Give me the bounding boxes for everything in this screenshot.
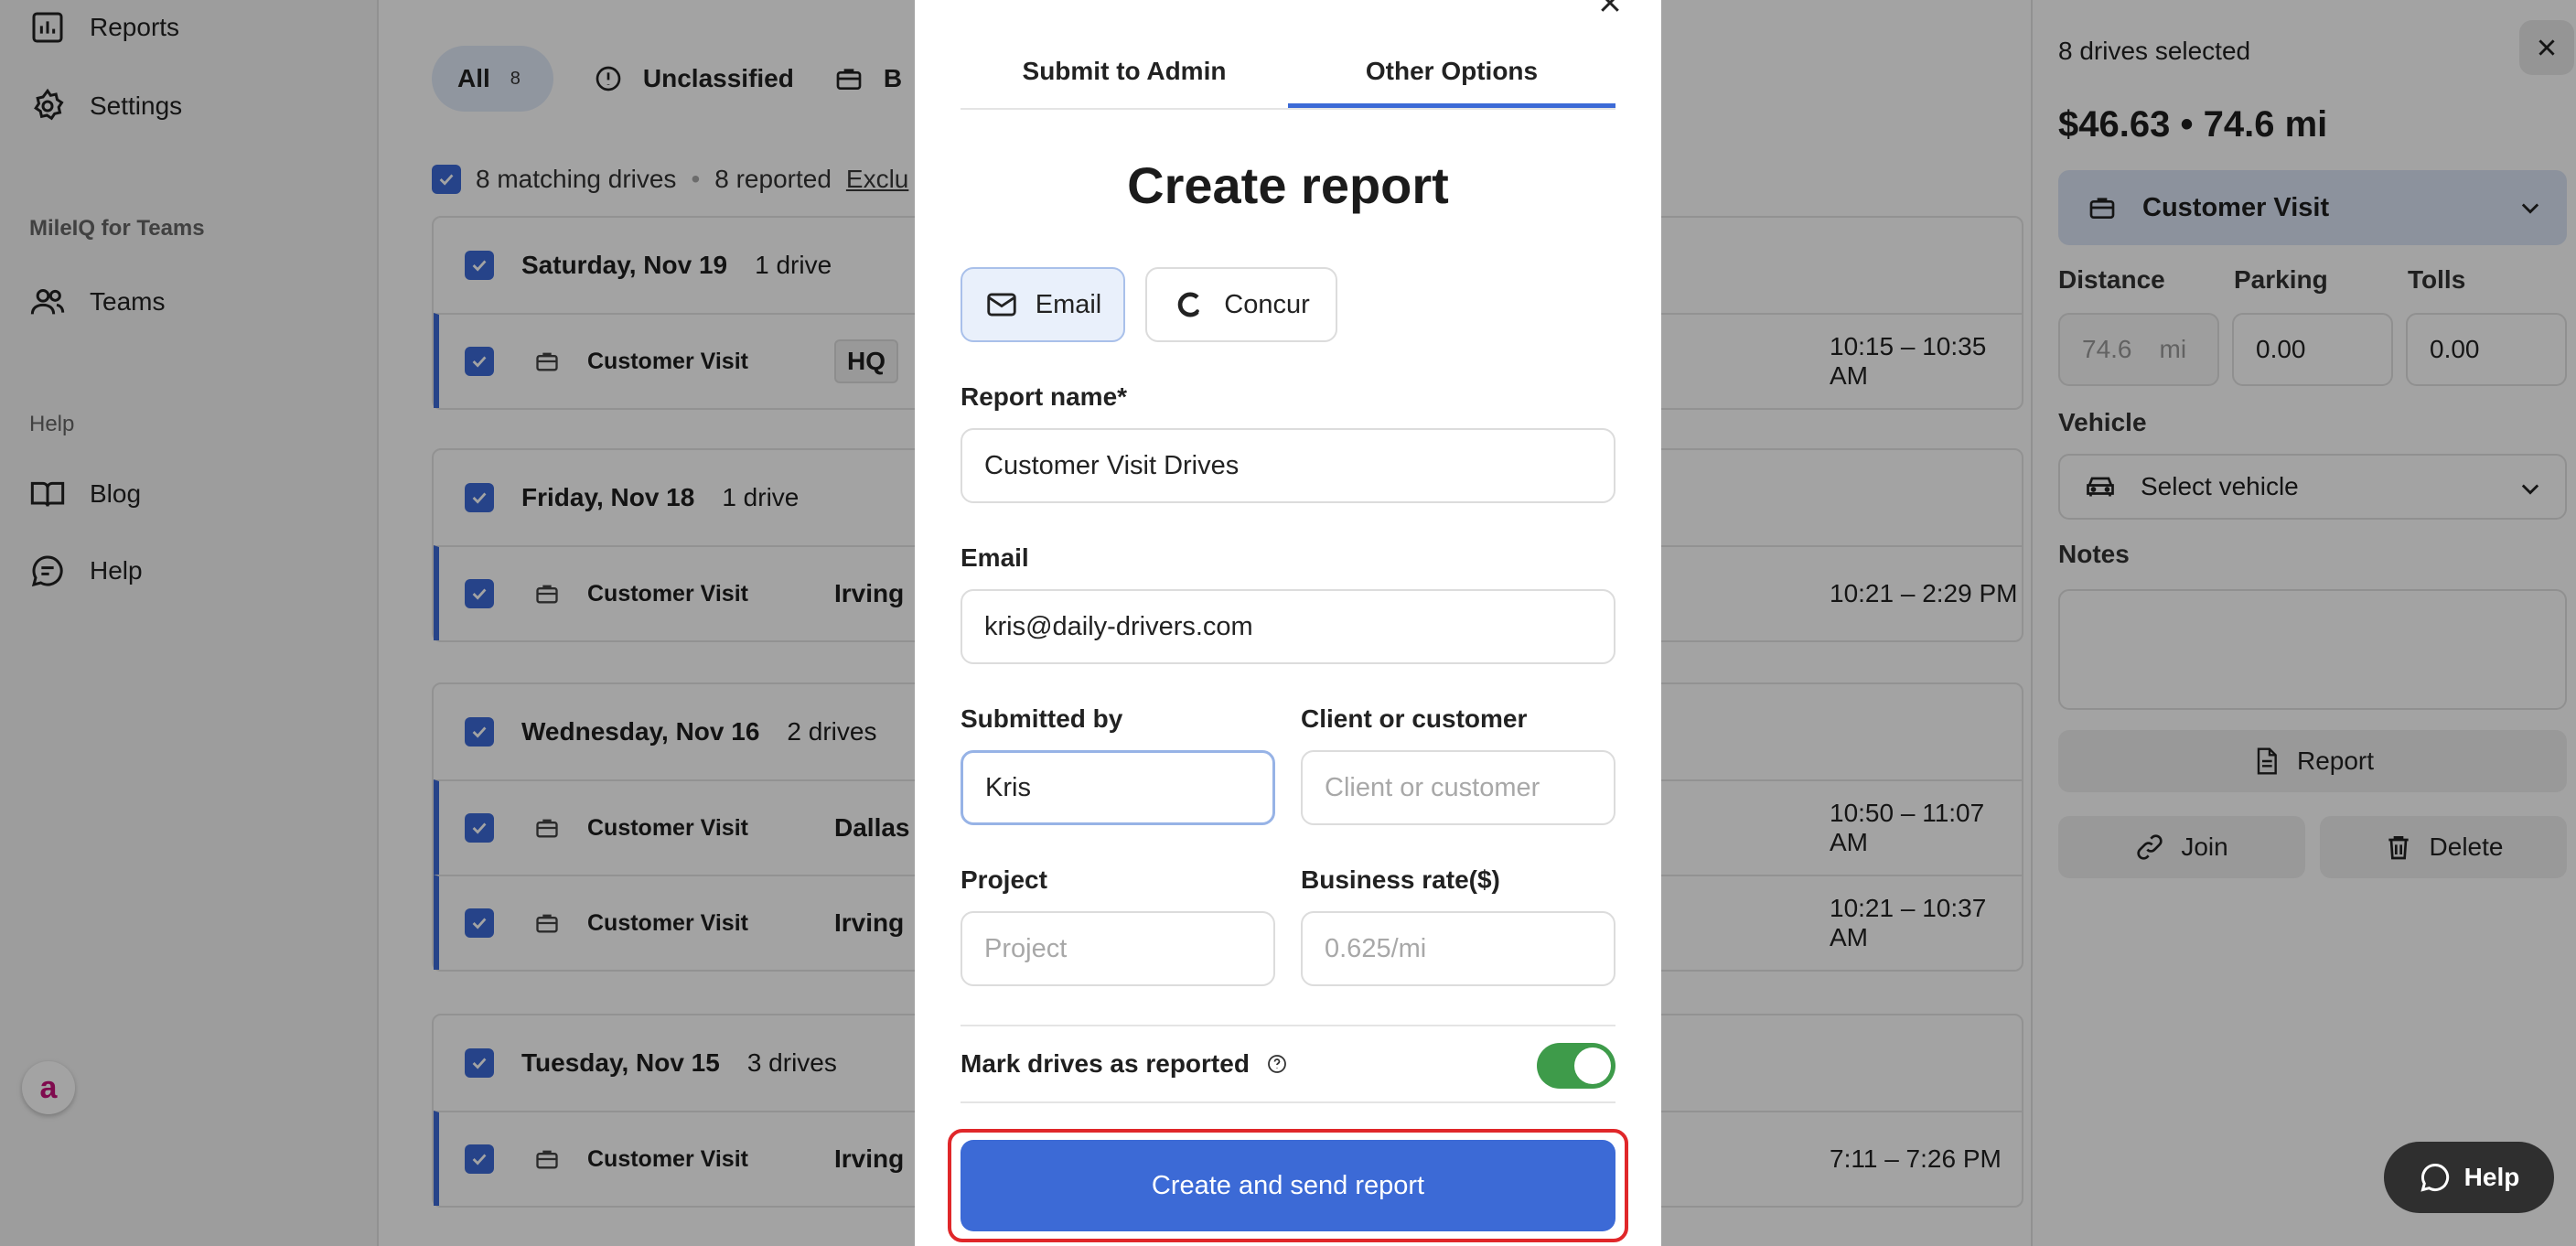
business-rate-label: Business rate($) <box>1301 865 1500 894</box>
create-report-modal: Submit to Admin Other Options Create rep… <box>915 0 1661 1246</box>
question-circle-icon[interactable] <box>1266 1053 1288 1075</box>
modal-tabs: Submit to Admin Other Options <box>961 44 1615 110</box>
method-concur-button[interactable]: Concur <box>1145 267 1337 342</box>
email-input[interactable] <box>961 589 1615 664</box>
submitted-by-input[interactable] <box>961 750 1275 825</box>
help-chat-button[interactable]: Help <box>2384 1142 2554 1213</box>
modal-title: Create report <box>1127 156 1449 214</box>
project-label: Project <box>961 865 1047 894</box>
envelope-icon <box>987 293 1016 317</box>
submitted-by-label: Submitted by <box>961 704 1123 733</box>
tab-other-options[interactable]: Other Options <box>1288 44 1615 108</box>
email-label: Email <box>961 543 1029 572</box>
concur-logo-icon <box>1178 292 1200 317</box>
report-name-input[interactable] <box>961 428 1615 503</box>
mark-reported-toggle[interactable] <box>1537 1043 1615 1089</box>
client-input[interactable] <box>1301 750 1615 825</box>
method-concur-label: Concur <box>1224 289 1310 319</box>
toggle-knob <box>1574 1047 1611 1084</box>
method-email-button[interactable]: Email <box>961 267 1125 342</box>
close-icon[interactable] <box>1596 0 1624 16</box>
client-label: Client or customer <box>1301 704 1528 733</box>
business-rate-input[interactable] <box>1301 911 1615 986</box>
chat-bubble-icon <box>2420 1163 2449 1192</box>
method-email-label: Email <box>1035 289 1102 319</box>
report-name-label: Report name* <box>961 382 1128 411</box>
create-and-send-report-button[interactable]: Create and send report <box>961 1140 1615 1231</box>
mark-reported-row: Mark drives as reported <box>961 1025 1615 1103</box>
tab-submit-to-admin[interactable]: Submit to Admin <box>961 44 1288 108</box>
help-chat-label: Help <box>2463 1163 2520 1191</box>
project-input[interactable] <box>961 911 1275 986</box>
mark-reported-label: Mark drives as reported <box>961 1049 1250 1078</box>
